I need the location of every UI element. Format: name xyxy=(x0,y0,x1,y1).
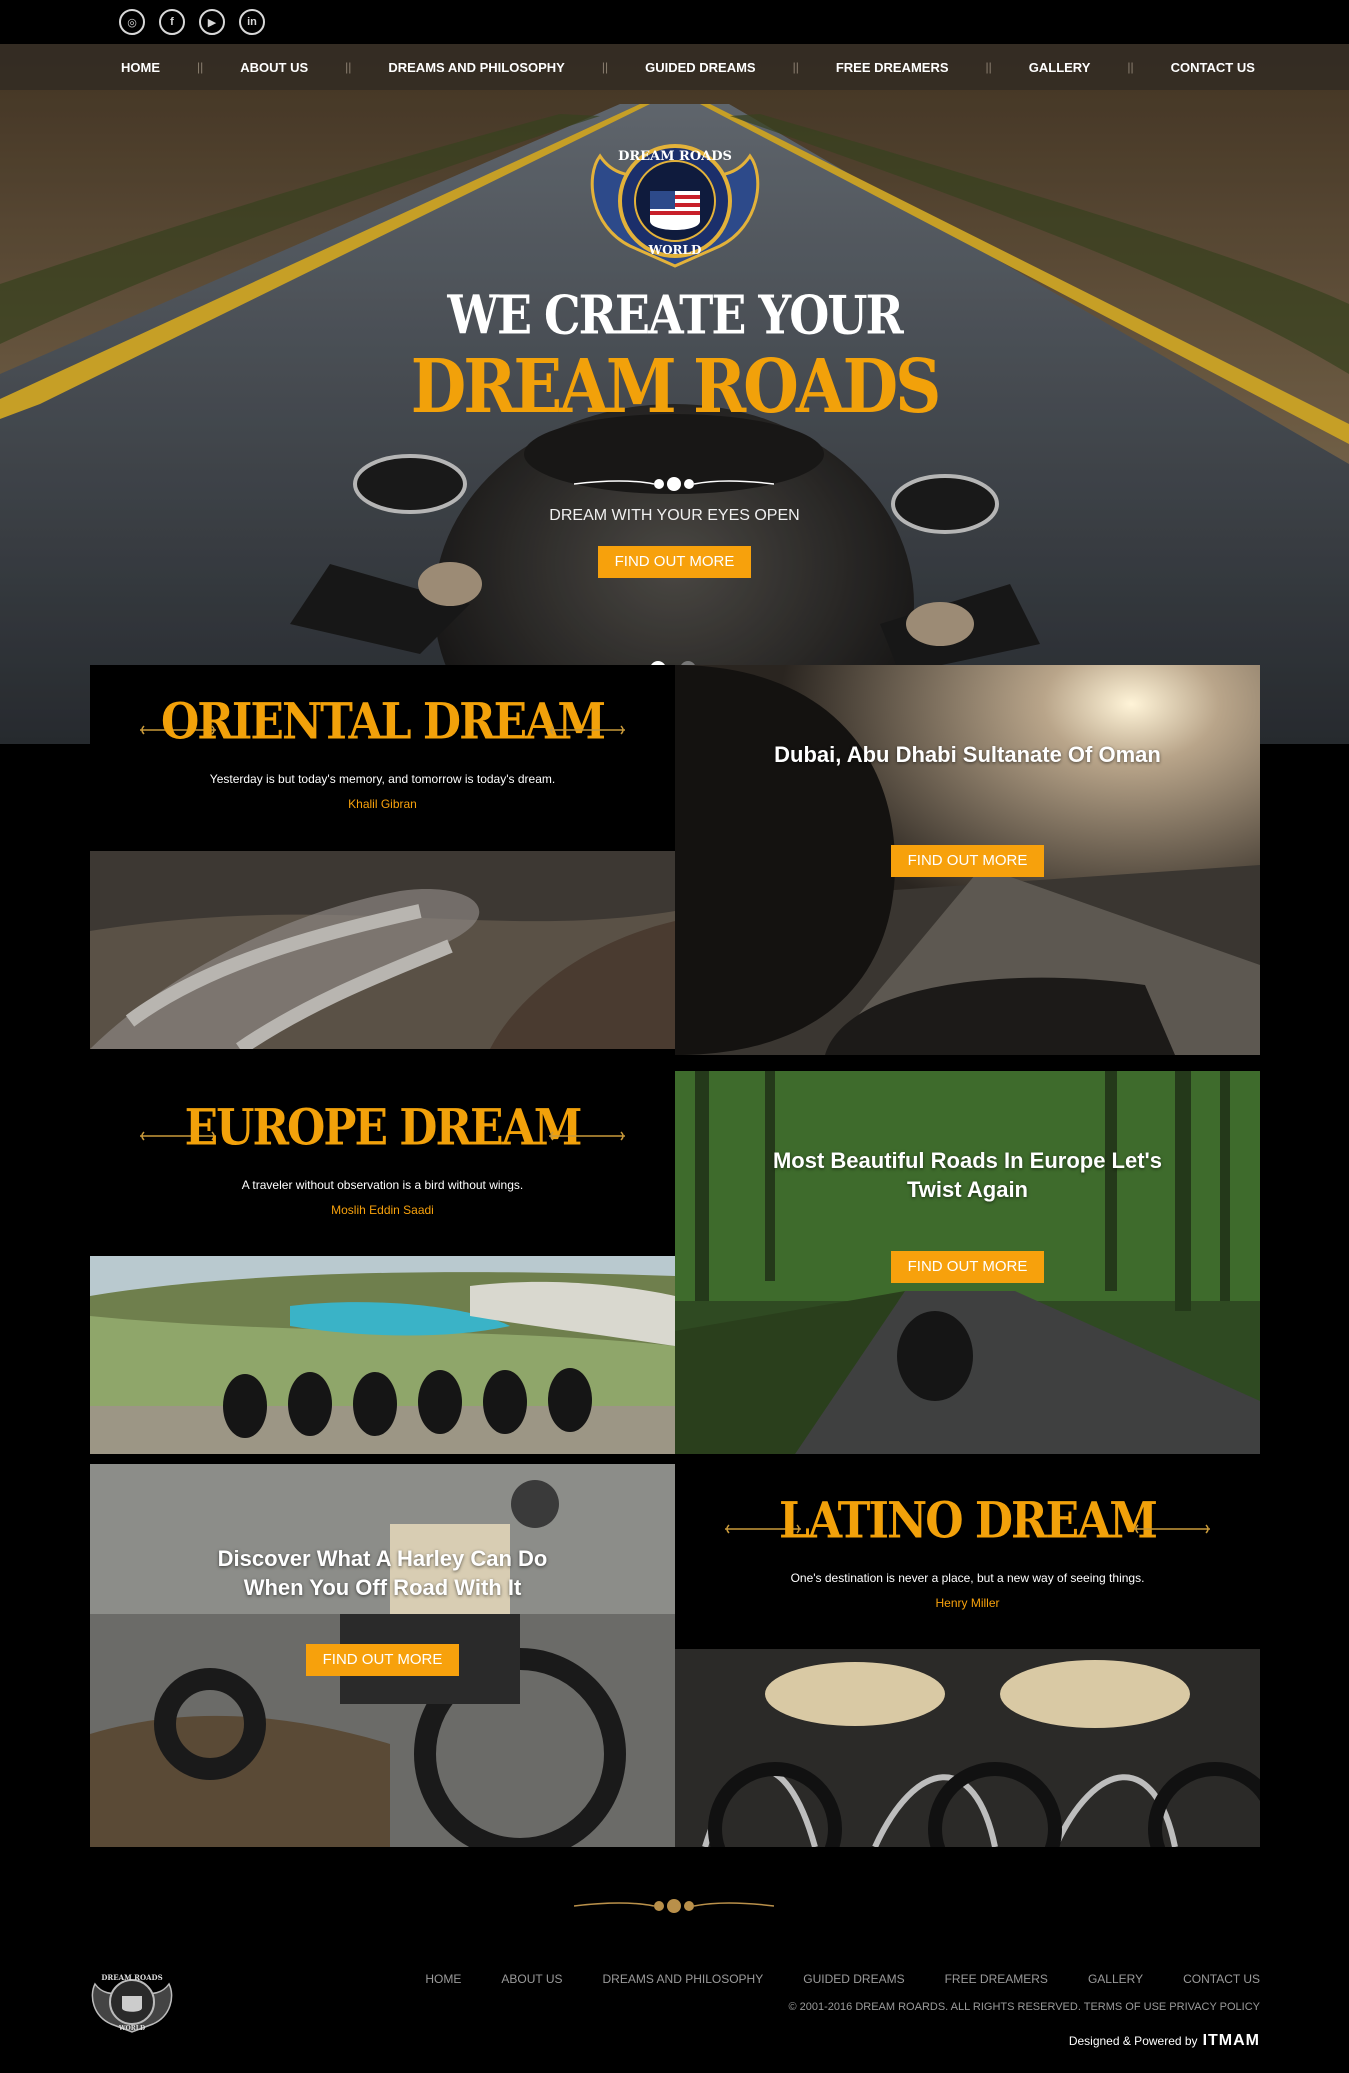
harley-promo-card[interactable]: Discover What A Harley Can Do When You O… xyxy=(90,1464,675,1847)
nav-item-free-dreamers[interactable]: FREE DREAMERS xyxy=(836,60,949,75)
nav-item-gallery[interactable]: GALLERY xyxy=(1029,60,1091,75)
oriental-dream-card: ORIENTAL DREAM Yesterday is but today's … xyxy=(90,665,675,851)
powered-by: Designed & Powered by ITMAM xyxy=(1069,2032,1260,2050)
latino-dream-card: LATINO DREAM One's destination is never … xyxy=(675,1464,1260,1650)
powered-by-label: Designed & Powered by xyxy=(1068,2034,1198,2048)
latino-dream-quote: One's destination is never a place, but … xyxy=(790,1571,1145,1585)
instagram-icon[interactable]: ◎ xyxy=(119,9,145,35)
hero-headline-line1: WE CREATE YOUR xyxy=(447,283,903,347)
dream-roads-logo[interactable]: DREAM ROADS WORLD xyxy=(580,116,770,276)
nav-item-home[interactable]: HOME xyxy=(121,60,160,75)
nav-item-contact-us[interactable]: CONTACT US xyxy=(1171,60,1255,75)
europe-dream-author: Moslih Eddin Saadi xyxy=(331,1203,434,1217)
oriental-dream-author: Khalil Gibran xyxy=(348,797,417,811)
hero-find-out-more-button[interactable]: FIND OUT MORE xyxy=(598,546,751,578)
europe-promo-title: Most Beautiful Roads In Europe Let's Twi… xyxy=(772,1148,1163,1202)
linkedin-icon[interactable]: in xyxy=(239,9,265,35)
europe-dream-image xyxy=(90,1256,675,1454)
lake-motorcycles-image xyxy=(90,1256,675,1454)
oriental-promo-card[interactable]: Dubai, Abu Dhabi Sultanate Of Oman FIND … xyxy=(675,665,1260,1055)
social-links: ◎ f ▶ in xyxy=(119,9,265,35)
copyright-text: © 2001-2016 DREAM ROARDS. ALL RIGHTS RES… xyxy=(788,2001,1260,2013)
footer-logo[interactable]: DREAM ROADS WORLD xyxy=(89,1966,175,2034)
nav-separator: || xyxy=(345,60,352,74)
ornament-right-icon xyxy=(549,1131,625,1141)
top-bar: ◎ f ▶ in xyxy=(0,0,1349,44)
nav-item-guided-dreams[interactable]: GUIDED DREAMS xyxy=(645,60,756,75)
nav-item-about-us[interactable]: ABOUT US xyxy=(240,60,308,75)
footer-logo-text-bottom: WORLD xyxy=(118,2025,145,2032)
hero-slider: HOME || ABOUT US || DREAMS AND PHILOSOPH… xyxy=(0,44,1349,744)
nav-separator: || xyxy=(985,60,992,74)
facebook-icon[interactable]: f xyxy=(159,9,185,35)
footer-link-free-dreamers[interactable]: FREE DREAMERS xyxy=(945,1972,1048,1986)
harley-tanks-image xyxy=(675,1649,1260,1847)
latino-dream-image xyxy=(675,1649,1260,1847)
footer-nav: HOME ABOUT US DREAMS AND PHILOSOPHY GUID… xyxy=(385,1972,1260,1986)
mountain-road-image xyxy=(90,851,675,1049)
main-nav: HOME || ABOUT US || DREAMS AND PHILOSOPH… xyxy=(0,44,1349,90)
ornament-divider-icon xyxy=(574,477,774,491)
europe-find-out-more-button[interactable]: FIND OUT MORE xyxy=(891,1251,1044,1283)
youtube-icon[interactable]: ▶ xyxy=(199,9,225,35)
oriental-find-out-more-button[interactable]: FIND OUT MORE xyxy=(891,845,1044,877)
logo-text-top: DREAM ROADS xyxy=(618,149,732,164)
harley-promo-title: Discover What A Harley Can Do When You O… xyxy=(217,1546,548,1600)
latino-dream-author: Henry Miller xyxy=(935,1596,1000,1610)
oriental-dream-quote: Yesterday is but today's memory, and tom… xyxy=(209,772,556,786)
oriental-promo-title: Dubai, Abu Dhabi Sultanate Of Oman xyxy=(774,742,1161,767)
ornament-right-icon xyxy=(549,725,625,735)
nav-separator: || xyxy=(1127,60,1134,74)
footer-link-contact-us[interactable]: CONTACT US xyxy=(1183,1972,1260,1986)
logo-text-bottom: WORLD xyxy=(648,243,702,257)
hero-subtitle: DREAM WITH YOUR EYES OPEN xyxy=(549,507,800,524)
nav-separator: || xyxy=(792,60,799,74)
itmam-brand-link[interactable]: ITMAM xyxy=(1203,2032,1260,2050)
europe-promo-card[interactable]: Most Beautiful Roads In Europe Let's Twi… xyxy=(675,1071,1260,1454)
footer-link-guided-dreams[interactable]: GUIDED DREAMS xyxy=(803,1972,904,1986)
harley-find-out-more-button[interactable]: FIND OUT MORE xyxy=(306,1644,459,1676)
oriental-dream-image xyxy=(90,851,675,1049)
footer-link-dreams-philosophy[interactable]: DREAMS AND PHILOSOPHY xyxy=(603,1972,764,1986)
nav-separator: || xyxy=(197,60,204,74)
footer-link-about-us[interactable]: ABOUT US xyxy=(501,1972,562,1986)
footer-link-home[interactable]: HOME xyxy=(425,1972,461,1986)
footer-ornament-icon xyxy=(574,1899,774,1913)
footer-logo-text-top: DREAM ROADS xyxy=(101,1973,162,1982)
nav-separator: || xyxy=(601,60,609,74)
europe-dream-quote: A traveler without observation is a bird… xyxy=(241,1178,524,1192)
europe-dream-card: EUROPE DREAM A traveler without observat… xyxy=(90,1071,675,1257)
footer-link-gallery[interactable]: GALLERY xyxy=(1088,1972,1143,1986)
nav-item-dreams-philosophy[interactable]: DREAMS AND PHILOSOPHY xyxy=(388,60,564,75)
hero-headline-line2: DREAM ROADS xyxy=(410,344,942,431)
ornament-right-icon xyxy=(1134,1524,1210,1534)
